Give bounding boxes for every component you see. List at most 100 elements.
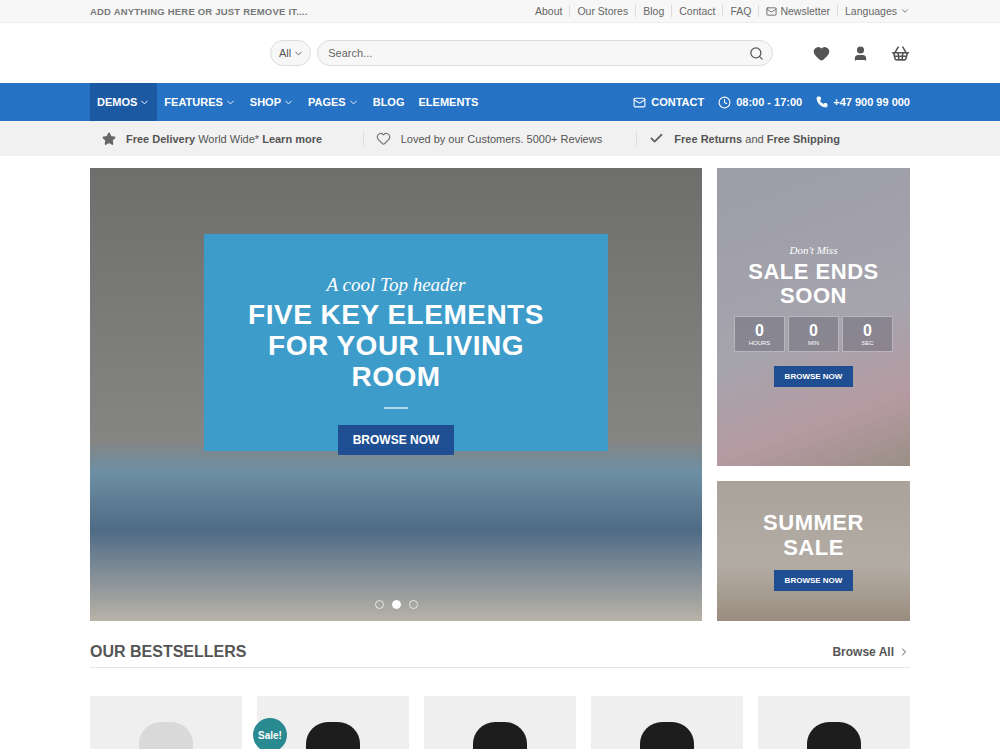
nav-item[interactable]: PAGES <box>301 83 366 121</box>
category-select[interactable]: All <box>270 40 311 66</box>
account-user-icon[interactable] <box>852 45 869 62</box>
chevron-down-icon <box>293 48 304 59</box>
contact-link[interactable]: CONTACT <box>633 96 704 109</box>
benefits-strip-inner: Free Delivery World Wide* Learn more Love… <box>90 121 910 156</box>
top-link[interactable]: Blog <box>635 5 671 17</box>
page: ADD ANYTHING HERE OR JUST REMOVE IT.... A… <box>0 0 1000 749</box>
top-link[interactable]: FAQ <box>722 5 758 17</box>
benefit-text: Learn more <box>262 133 322 145</box>
phone-icon <box>816 96 828 108</box>
benefits-strip: Free Delivery World Wide* Learn more Love… <box>0 121 1000 156</box>
top-links: AboutOur StoresBlogContactFAQNewsletterL… <box>528 5 910 17</box>
mail-icon <box>633 96 646 109</box>
hero-slider: A cool Top header FIVE KEY ELEMENTSFOR YO… <box>90 168 702 621</box>
opening-hours: 08:00 - 17:00 <box>718 96 802 109</box>
product-image <box>473 722 527 749</box>
chevron-down-icon <box>348 97 359 108</box>
bestsellers-section: OUR BESTSELLERS Browse All Sale! <box>90 636 910 749</box>
section-title: OUR BESTSELLERS <box>90 643 246 661</box>
nav-contact-info: CONTACT 08:00 - 17:00 +47 900 99 000 <box>633 83 910 121</box>
slider-dot[interactable] <box>392 600 401 609</box>
top-bar-inner: ADD ANYTHING HERE OR JUST REMOVE IT.... A… <box>90 0 910 22</box>
product-card[interactable]: Sale! <box>257 696 409 749</box>
chevron-down-icon <box>139 97 150 108</box>
chevron-down-icon <box>283 97 294 108</box>
product-grid: Sale! <box>90 696 910 749</box>
browse-now-button[interactable]: BROWSE NOW <box>338 425 455 455</box>
benefit-item: Loved by our Customers. 5000+ Reviews <box>363 131 637 146</box>
product-card[interactable] <box>758 696 910 749</box>
browse-now-button[interactable]: BROWSE NOW <box>774 366 854 387</box>
countdown-box: 0MIN <box>788 316 839 352</box>
product-image <box>807 722 861 749</box>
promo-column: Don't Miss SALE ENDSSOON 0HOURS0MIN0SEC BRO… <box>717 168 910 621</box>
chevron-down-icon <box>900 6 910 16</box>
mail-icon <box>766 6 777 17</box>
cart-basket-icon[interactable] <box>891 44 910 63</box>
product-card[interactable] <box>90 696 242 749</box>
benefit-item: Free Returns and Free Shipping <box>636 131 910 146</box>
nav-item[interactable]: SHOP <box>243 83 301 121</box>
countdown: 0HOURS0MIN0SEC <box>734 316 893 352</box>
promo-title: SUMMERSALE <box>763 511 864 559</box>
benefit-text: and <box>742 133 766 145</box>
top-link[interactable]: About <box>528 5 569 17</box>
product-card[interactable] <box>591 696 743 749</box>
promo-banner: SUMMERSALE BROWSE NOW <box>717 481 910 621</box>
promo-banner: Don't Miss SALE ENDSSOON 0HOURS0MIN0SEC BRO… <box>717 168 910 466</box>
slide-divider <box>384 407 408 409</box>
slider-dots <box>90 600 702 609</box>
search-group: All <box>270 40 773 66</box>
countdown-box: 0SEC <box>842 316 893 352</box>
top-link[interactable]: Newsletter <box>758 5 837 17</box>
product-image <box>306 722 360 749</box>
nav-item[interactable]: BLOG <box>366 83 412 121</box>
browse-all-link[interactable]: Browse All <box>832 645 910 659</box>
main-nav: DEMOSFEATURESSHOPPAGESBLOGELEMENTS CONTAC… <box>0 83 1000 121</box>
search-field <box>317 40 773 66</box>
nav-item[interactable]: DEMOS <box>90 83 157 121</box>
promo-title: SALE ENDSSOON <box>748 260 878 308</box>
slide-title: FIVE KEY ELEMENTSFOR YOUR LIVINGROOM <box>248 300 544 392</box>
promo-title-wrap: SALE ENDSSOON <box>748 260 878 308</box>
slider-dot[interactable] <box>375 600 384 609</box>
nav-item[interactable]: ELEMENTS <box>411 83 485 121</box>
search-input[interactable] <box>326 46 749 60</box>
header-inner: All <box>90 23 910 83</box>
benefit-text: Loved by our Customers. 5000+ Reviews <box>401 133 602 145</box>
benefit-text: Free Returns <box>674 133 742 145</box>
chevron-down-icon <box>225 97 236 108</box>
top-link[interactable]: Contact <box>671 5 722 17</box>
check-icon <box>649 131 664 146</box>
benefit-text: Free Delivery <box>126 133 195 145</box>
benefit-item: Free Delivery World Wide* Learn more <box>90 132 363 146</box>
top-message: ADD ANYTHING HERE OR JUST REMOVE IT.... <box>90 6 308 17</box>
header-icons <box>813 44 910 63</box>
header: All <box>0 23 1000 83</box>
product-card[interactable] <box>424 696 576 749</box>
benefit-text: World Wide* <box>195 133 262 145</box>
phone-link[interactable]: +47 900 99 000 <box>816 96 910 108</box>
sale-badge: Sale! <box>253 718 287 749</box>
top-link[interactable]: Languages <box>837 5 910 17</box>
heart-icon <box>376 131 391 146</box>
section-header: OUR BESTSELLERS Browse All <box>90 636 910 668</box>
top-bar: ADD ANYTHING HERE OR JUST REMOVE IT.... A… <box>0 0 1000 23</box>
main-nav-inner: DEMOSFEATURESSHOPPAGESBLOGELEMENTS CONTAC… <box>90 83 910 121</box>
clock-icon <box>718 96 731 109</box>
nav-item[interactable]: FEATURES <box>157 83 242 121</box>
search-icon[interactable] <box>749 46 764 61</box>
top-link[interactable]: Our Stores <box>569 5 635 17</box>
promo-kicker: Don't Miss <box>790 244 838 256</box>
hero-section: A cool Top header FIVE KEY ELEMENTSFOR YO… <box>90 156 910 621</box>
slide-kicker: A cool Top header <box>327 274 466 296</box>
browse-now-button[interactable]: BROWSE NOW <box>774 570 854 591</box>
benefit-text: Free Shipping <box>767 133 840 145</box>
chevron-right-icon <box>898 646 910 658</box>
promo-title-wrap: SUMMERSALE <box>763 511 864 559</box>
wishlist-heart-icon[interactable] <box>813 45 830 62</box>
countdown-box: 0HOURS <box>734 316 785 352</box>
star-icon <box>102 132 116 146</box>
product-image <box>139 722 193 749</box>
slider-dot[interactable] <box>409 600 418 609</box>
